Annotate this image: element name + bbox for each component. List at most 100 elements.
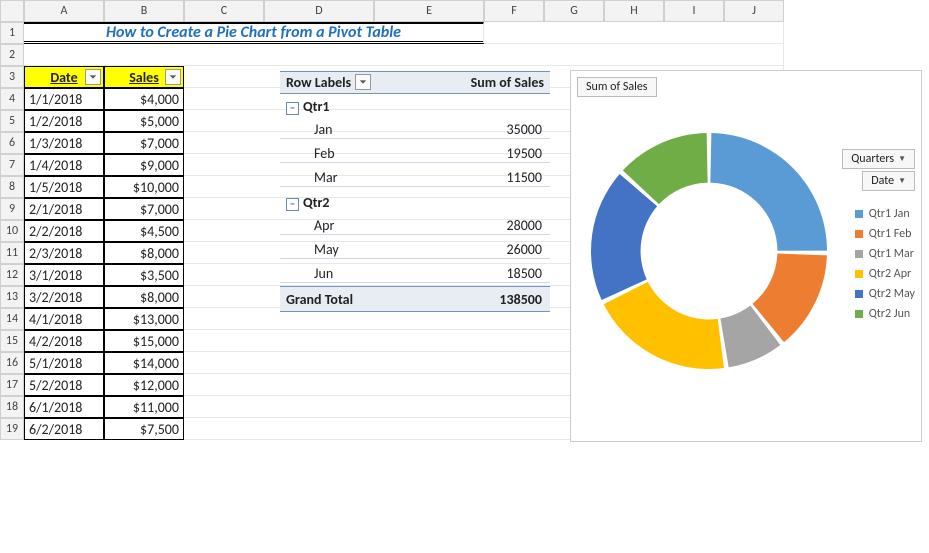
cell-sales[interactable]: $15,000 — [104, 330, 184, 352]
cell-sales[interactable]: $4,500 — [104, 220, 184, 242]
legend-item[interactable]: Qtr2 Jun — [855, 307, 915, 321]
cell-date[interactable]: 4/1/2018 — [24, 308, 104, 330]
header-sales[interactable]: Sales — [104, 66, 184, 88]
row-8[interactable]: 8 — [0, 176, 24, 198]
col-B[interactable]: B — [104, 0, 184, 22]
row-12[interactable]: 12 — [0, 264, 24, 286]
cell-date[interactable]: 2/3/2018 — [24, 242, 104, 264]
col-C[interactable]: C — [184, 0, 264, 22]
chart-quarters-label: Quarters — [851, 152, 894, 166]
cell-date[interactable]: 2/1/2018 — [24, 198, 104, 220]
cell-sales[interactable]: $14,000 — [104, 352, 184, 374]
cell-date[interactable]: 3/1/2018 — [24, 264, 104, 286]
col-J[interactable]: J — [724, 0, 784, 22]
col-D[interactable]: D — [264, 0, 374, 22]
col-G[interactable]: G — [544, 0, 604, 22]
cell-date[interactable]: 4/2/2018 — [24, 330, 104, 352]
cell-sales[interactable]: $9,000 — [104, 154, 184, 176]
donut-chart — [579, 121, 839, 381]
row-18[interactable]: 18 — [0, 396, 24, 418]
cell-sales[interactable]: $11,000 — [104, 396, 184, 418]
cell-date[interactable]: 1/3/2018 — [24, 132, 104, 154]
row-1[interactable]: 1 — [0, 22, 24, 44]
pivot-item-label[interactable]: May — [280, 241, 418, 259]
row-6[interactable]: 6 — [0, 132, 24, 154]
pivot-item-label[interactable]: Jun — [280, 265, 418, 283]
donut-slice[interactable] — [710, 133, 827, 251]
chart-value-field-label: Sum of Sales — [586, 80, 648, 94]
pivot-grand-label: Grand Total — [280, 291, 452, 308]
col-A[interactable]: A — [24, 0, 104, 22]
row-15[interactable]: 15 — [0, 330, 24, 352]
filter-dropdown-icon[interactable] — [165, 69, 181, 85]
cell-date[interactable]: 2/2/2018 — [24, 220, 104, 242]
pivot-item-label[interactable]: Apr — [280, 217, 418, 235]
cell-date[interactable]: 6/1/2018 — [24, 396, 104, 418]
pivot-item-label[interactable]: Feb — [280, 145, 418, 163]
donut-slice[interactable] — [604, 282, 724, 369]
row-5[interactable]: 5 — [0, 110, 24, 132]
chevron-down-icon: ▼ — [898, 176, 906, 186]
pivot-item-label[interactable]: Mar — [280, 169, 418, 187]
col-F[interactable]: F — [484, 0, 544, 22]
cell-date[interactable]: 3/2/2018 — [24, 286, 104, 308]
row-14[interactable]: 14 — [0, 308, 24, 330]
pivot-row-labels-text: Row Labels — [286, 74, 351, 91]
row-9[interactable]: 9 — [0, 198, 24, 220]
cell-sales[interactable]: $13,000 — [104, 308, 184, 330]
row-3[interactable]: 3 — [0, 66, 24, 88]
filter-dropdown-icon[interactable] — [355, 74, 371, 90]
cell-sales[interactable]: $12,000 — [104, 374, 184, 396]
cell-sales[interactable]: $7,500 — [104, 418, 184, 440]
col-I[interactable]: I — [664, 0, 724, 22]
cell-sales[interactable]: $3,500 — [104, 264, 184, 286]
cell-date[interactable]: 6/2/2018 — [24, 418, 104, 440]
header-date[interactable]: Date — [24, 66, 104, 88]
cell-date[interactable]: 5/1/2018 — [24, 352, 104, 374]
row-7[interactable]: 7 — [0, 154, 24, 176]
collapse-icon[interactable]: − — [286, 198, 299, 211]
cell-sales[interactable]: $8,000 — [104, 242, 184, 264]
cell-sales[interactable]: $7,000 — [104, 132, 184, 154]
row-19[interactable]: 19 — [0, 418, 24, 440]
legend-item[interactable]: Qtr2 May — [855, 287, 915, 301]
cell-sales[interactable]: $7,000 — [104, 198, 184, 220]
legend-item[interactable]: Qtr1 Mar — [855, 247, 915, 261]
col-H[interactable]: H — [604, 0, 664, 22]
legend-item[interactable]: Qtr2 Apr — [855, 267, 915, 281]
pivot-group[interactable]: −Qtr2 — [280, 194, 452, 211]
row-17[interactable]: 17 — [0, 374, 24, 396]
chart-date-button[interactable]: Date ▼ — [862, 171, 915, 191]
cell-sales[interactable]: $5,000 — [104, 110, 184, 132]
row-11[interactable]: 11 — [0, 242, 24, 264]
chart-value-field-button[interactable]: Sum of Sales — [577, 77, 657, 97]
cell-sales[interactable]: $10,000 — [104, 176, 184, 198]
pivot-item-label[interactable]: Jan — [280, 121, 418, 139]
col-E[interactable]: E — [374, 0, 484, 22]
cell-date[interactable]: 5/2/2018 — [24, 374, 104, 396]
pivot-row-labels-header[interactable]: Row Labels — [280, 71, 428, 94]
legend-item[interactable]: Qtr1 Feb — [855, 227, 915, 241]
collapse-icon[interactable]: − — [286, 102, 299, 115]
row-13[interactable]: 13 — [0, 286, 24, 308]
row-2[interactable]: 2 — [0, 44, 24, 66]
header-date-label: Date — [50, 69, 77, 86]
legend-item[interactable]: Qtr1 Jan — [855, 207, 915, 221]
pivot-chart[interactable]: Sum of Sales Quarters ▼ Date ▼ Qtr1 Jan Q… — [570, 70, 922, 442]
legend-swatch — [855, 210, 863, 218]
cell-date[interactable]: 1/5/2018 — [24, 176, 104, 198]
pivot-group[interactable]: −Qtr1 — [280, 98, 452, 115]
row-4[interactable]: 4 — [0, 88, 24, 110]
pivot-sum-text: Sum of Sales — [471, 74, 544, 91]
cell-date[interactable]: 1/1/2018 — [24, 88, 104, 110]
row-10[interactable]: 10 — [0, 220, 24, 242]
legend-swatch — [855, 230, 863, 238]
cell-date[interactable]: 1/2/2018 — [24, 110, 104, 132]
filter-dropdown-icon[interactable] — [85, 69, 101, 85]
chart-quarters-button[interactable]: Quarters ▼ — [842, 149, 915, 169]
row-16[interactable]: 16 — [0, 352, 24, 374]
cell-sales[interactable]: $4,000 — [104, 88, 184, 110]
cell-sales[interactable]: $8,000 — [104, 286, 184, 308]
pivot-item-value: 11500 — [418, 169, 550, 187]
cell-date[interactable]: 1/4/2018 — [24, 154, 104, 176]
